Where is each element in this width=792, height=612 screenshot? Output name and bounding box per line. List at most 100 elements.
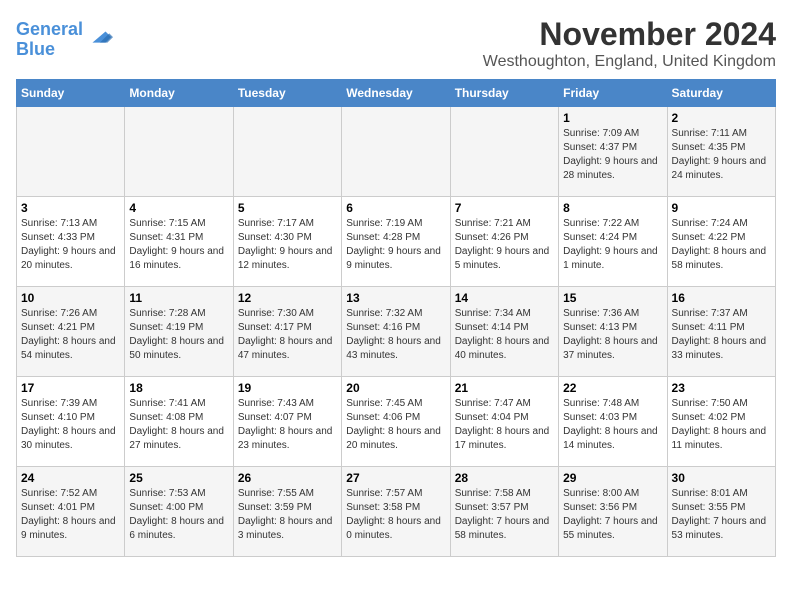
day-info: Sunrise: 7:28 AM Sunset: 4:19 PM Dayligh… bbox=[129, 307, 228, 363]
day-number: 30 bbox=[672, 471, 771, 485]
day-number: 26 bbox=[238, 471, 337, 485]
calendar-cell: 28 Sunrise: 7:58 AM Sunset: 3:57 PM Dayli… bbox=[450, 467, 558, 557]
day-header-friday: Friday bbox=[559, 80, 667, 107]
day-info: Sunrise: 7:45 AM Sunset: 4:06 PM Dayligh… bbox=[346, 397, 445, 453]
calendar-cell: 13Sunrise: 7:32 AM Sunset: 4:16 PM Dayli… bbox=[342, 287, 450, 377]
calendar-cell bbox=[450, 107, 558, 197]
day-info: Sunrise: 7:22 AM Sunset: 4:24 PM Dayligh… bbox=[563, 217, 662, 273]
calendar-cell: 29 Sunrise: 8:00 AM Sunset: 3:56 PM Dayli… bbox=[559, 467, 667, 557]
calendar-cell: 10Sunrise: 7:26 AM Sunset: 4:21 PM Dayli… bbox=[17, 287, 125, 377]
day-info: Sunrise: 7:39 AM Sunset: 4:10 PM Dayligh… bbox=[21, 397, 120, 453]
calendar-cell: 2 Sunrise: 7:11 AM Sunset: 4:35 PM Daylig… bbox=[667, 107, 775, 197]
day-info: Sunrise: 7:48 AM Sunset: 4:03 PM Dayligh… bbox=[563, 397, 662, 453]
calendar-cell bbox=[17, 107, 125, 197]
calendar-week-2: 3 Sunrise: 7:13 AM Sunset: 4:33 PM Daylig… bbox=[17, 197, 776, 287]
day-number: 18 bbox=[129, 381, 228, 395]
calendar-cell: 16Sunrise: 7:37 AM Sunset: 4:11 PM Dayli… bbox=[667, 287, 775, 377]
calendar-cell bbox=[342, 107, 450, 197]
calendar-week-4: 17 Sunrise: 7:39 AM Sunset: 4:10 PM Dayli… bbox=[17, 377, 776, 467]
day-header-tuesday: Tuesday bbox=[233, 80, 341, 107]
month-title: November 2024 bbox=[483, 16, 776, 53]
day-info: Sunrise: 7:24 AM Sunset: 4:22 PM Dayligh… bbox=[672, 217, 771, 273]
day-number: 23 bbox=[672, 381, 771, 395]
day-number: 13 bbox=[346, 291, 445, 305]
day-info: Sunrise: 7:17 AM Sunset: 4:30 PM Dayligh… bbox=[238, 217, 337, 273]
day-header-thursday: Thursday bbox=[450, 80, 558, 107]
day-info: Sunrise: 7:53 AM Sunset: 4:00 PM Dayligh… bbox=[129, 487, 228, 543]
day-number: 7 bbox=[455, 201, 554, 215]
calendar-week-1: 1 Sunrise: 7:09 AM Sunset: 4:37 PM Daylig… bbox=[17, 107, 776, 197]
calendar-cell: 27 Sunrise: 7:57 AM Sunset: 3:58 PM Dayli… bbox=[342, 467, 450, 557]
calendar-cell: 6 Sunrise: 7:19 AM Sunset: 4:28 PM Daylig… bbox=[342, 197, 450, 287]
day-info: Sunrise: 7:58 AM Sunset: 3:57 PM Dayligh… bbox=[455, 487, 554, 543]
day-info: Sunrise: 7:52 AM Sunset: 4:01 PM Dayligh… bbox=[21, 487, 120, 543]
calendar-cell: 21 Sunrise: 7:47 AM Sunset: 4:04 PM Dayli… bbox=[450, 377, 558, 467]
day-number: 25 bbox=[129, 471, 228, 485]
day-info: Sunrise: 7:50 AM Sunset: 4:02 PM Dayligh… bbox=[672, 397, 771, 453]
calendar-cell: 1 Sunrise: 7:09 AM Sunset: 4:37 PM Daylig… bbox=[559, 107, 667, 197]
day-info: Sunrise: 8:00 AM Sunset: 3:56 PM Dayligh… bbox=[563, 487, 662, 543]
day-info: Sunrise: 7:19 AM Sunset: 4:28 PM Dayligh… bbox=[346, 217, 445, 273]
calendar-cell: 25 Sunrise: 7:53 AM Sunset: 4:00 PM Dayli… bbox=[125, 467, 233, 557]
calendar-week-5: 24 Sunrise: 7:52 AM Sunset: 4:01 PM Dayli… bbox=[17, 467, 776, 557]
header: General Blue November 2024 Westhoughton,… bbox=[16, 16, 776, 71]
calendar-cell: 19 Sunrise: 7:43 AM Sunset: 4:07 PM Dayli… bbox=[233, 377, 341, 467]
day-header-wednesday: Wednesday bbox=[342, 80, 450, 107]
day-info: Sunrise: 7:21 AM Sunset: 4:26 PM Dayligh… bbox=[455, 217, 554, 273]
calendar-cell: 20 Sunrise: 7:45 AM Sunset: 4:06 PM Dayli… bbox=[342, 377, 450, 467]
day-info: Sunrise: 7:55 AM Sunset: 3:59 PM Dayligh… bbox=[238, 487, 337, 543]
day-number: 6 bbox=[346, 201, 445, 215]
day-number: 14 bbox=[455, 291, 554, 305]
logo-text: General Blue bbox=[16, 20, 83, 60]
day-header-saturday: Saturday bbox=[667, 80, 775, 107]
day-info: Sunrise: 7:47 AM Sunset: 4:04 PM Dayligh… bbox=[455, 397, 554, 453]
day-info: Sunrise: 7:43 AM Sunset: 4:07 PM Dayligh… bbox=[238, 397, 337, 453]
day-number: 17 bbox=[21, 381, 120, 395]
logo: General Blue bbox=[16, 20, 113, 60]
day-number: 2 bbox=[672, 111, 771, 125]
day-number: 27 bbox=[346, 471, 445, 485]
location: Westhoughton, England, United Kingdom bbox=[483, 53, 776, 71]
day-info: Sunrise: 7:11 AM Sunset: 4:35 PM Dayligh… bbox=[672, 127, 771, 183]
calendar-cell: 14Sunrise: 7:34 AM Sunset: 4:14 PM Dayli… bbox=[450, 287, 558, 377]
day-number: 10 bbox=[21, 291, 120, 305]
calendar-cell: 4 Sunrise: 7:15 AM Sunset: 4:31 PM Daylig… bbox=[125, 197, 233, 287]
calendar-cell bbox=[125, 107, 233, 197]
day-number: 1 bbox=[563, 111, 662, 125]
calendar-cell: 17 Sunrise: 7:39 AM Sunset: 4:10 PM Dayli… bbox=[17, 377, 125, 467]
day-number: 9 bbox=[672, 201, 771, 215]
day-number: 16 bbox=[672, 291, 771, 305]
calendar-cell: 26 Sunrise: 7:55 AM Sunset: 3:59 PM Dayli… bbox=[233, 467, 341, 557]
day-number: 11 bbox=[129, 291, 228, 305]
day-info: Sunrise: 7:15 AM Sunset: 4:31 PM Dayligh… bbox=[129, 217, 228, 273]
day-number: 21 bbox=[455, 381, 554, 395]
day-info: Sunrise: 7:41 AM Sunset: 4:08 PM Dayligh… bbox=[129, 397, 228, 453]
calendar-cell: 12Sunrise: 7:30 AM Sunset: 4:17 PM Dayli… bbox=[233, 287, 341, 377]
day-number: 3 bbox=[21, 201, 120, 215]
calendar-table: SundayMondayTuesdayWednesdayThursdayFrid… bbox=[16, 79, 776, 557]
calendar-cell: 15Sunrise: 7:36 AM Sunset: 4:13 PM Dayli… bbox=[559, 287, 667, 377]
day-info: Sunrise: 7:30 AM Sunset: 4:17 PM Dayligh… bbox=[238, 307, 337, 363]
calendar-cell: 22 Sunrise: 7:48 AM Sunset: 4:03 PM Dayli… bbox=[559, 377, 667, 467]
day-number: 15 bbox=[563, 291, 662, 305]
day-number: 19 bbox=[238, 381, 337, 395]
calendar-week-3: 10Sunrise: 7:26 AM Sunset: 4:21 PM Dayli… bbox=[17, 287, 776, 377]
calendar-header: SundayMondayTuesdayWednesdayThursdayFrid… bbox=[17, 80, 776, 107]
day-header-monday: Monday bbox=[125, 80, 233, 107]
day-number: 22 bbox=[563, 381, 662, 395]
calendar-cell: 9 Sunrise: 7:24 AM Sunset: 4:22 PM Daylig… bbox=[667, 197, 775, 287]
day-number: 24 bbox=[21, 471, 120, 485]
day-info: Sunrise: 8:01 AM Sunset: 3:55 PM Dayligh… bbox=[672, 487, 771, 543]
day-number: 29 bbox=[563, 471, 662, 485]
day-info: Sunrise: 7:09 AM Sunset: 4:37 PM Dayligh… bbox=[563, 127, 662, 183]
day-info: Sunrise: 7:57 AM Sunset: 3:58 PM Dayligh… bbox=[346, 487, 445, 543]
calendar-cell: 3 Sunrise: 7:13 AM Sunset: 4:33 PM Daylig… bbox=[17, 197, 125, 287]
day-number: 20 bbox=[346, 381, 445, 395]
day-number: 28 bbox=[455, 471, 554, 485]
calendar-cell: 8 Sunrise: 7:22 AM Sunset: 4:24 PM Daylig… bbox=[559, 197, 667, 287]
day-number: 4 bbox=[129, 201, 228, 215]
day-number: 8 bbox=[563, 201, 662, 215]
calendar-cell: 11 Sunrise: 7:28 AM Sunset: 4:19 PM Dayli… bbox=[125, 287, 233, 377]
calendar-cell: 18 Sunrise: 7:41 AM Sunset: 4:08 PM Dayli… bbox=[125, 377, 233, 467]
day-info: Sunrise: 7:13 AM Sunset: 4:33 PM Dayligh… bbox=[21, 217, 120, 273]
